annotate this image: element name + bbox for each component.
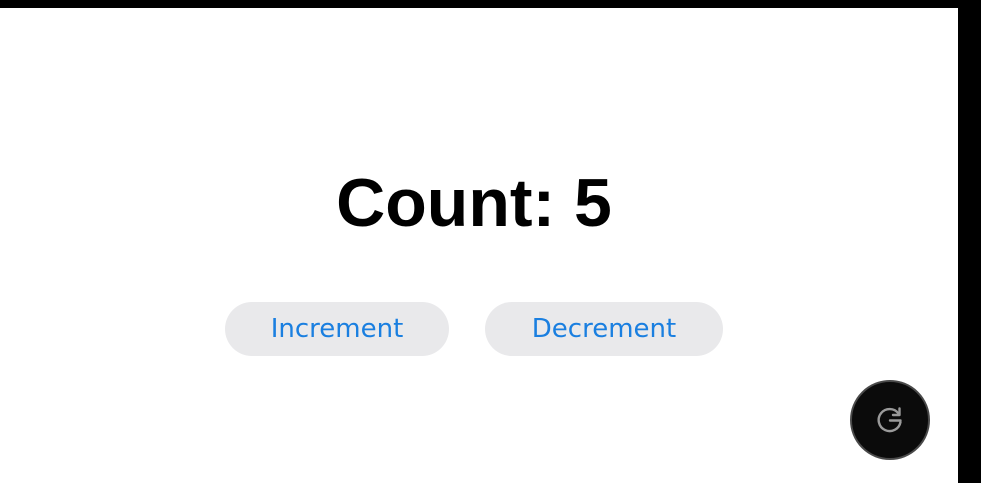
refresh-button[interactable] xyxy=(850,380,930,460)
count-display: Count: 5 xyxy=(336,165,612,241)
increment-button[interactable]: Increment xyxy=(225,302,449,356)
app-canvas: Count: 5 Increment Decrement xyxy=(0,8,958,483)
refresh-icon xyxy=(873,403,907,437)
decrement-button[interactable]: Decrement xyxy=(485,302,723,356)
